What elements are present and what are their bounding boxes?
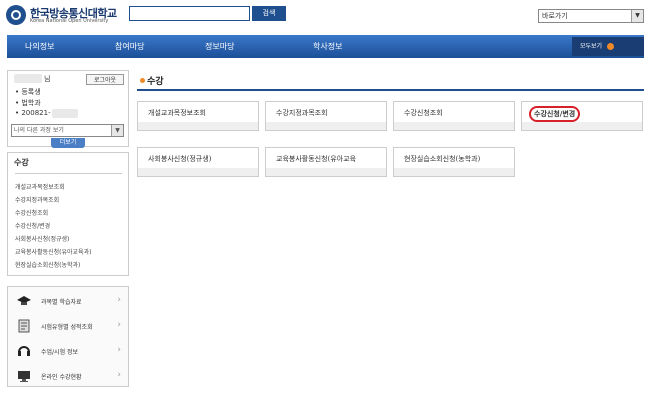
card-enrollment-change[interactable]: 수강신청/변경 <box>521 101 643 131</box>
left-menu-item[interactable]: 현장실습소회신청(농학과) <box>15 260 80 269</box>
view-all-label: 모두보기 <box>580 43 603 50</box>
card-assigned-courses[interactable]: 수강지정과목조회 <box>265 101 387 131</box>
search-button[interactable]: 검색 <box>252 6 286 21</box>
quick-link-label: 온라인 수강현황 <box>41 374 82 381</box>
card-field-practice[interactable]: 현장실습소회신청(농학과) <box>393 147 515 177</box>
quick-link-label: 시험유형별 성적조회 <box>41 324 93 331</box>
logout-button[interactable]: 로그아웃 <box>86 74 124 85</box>
graduation-cap-icon <box>17 296 31 305</box>
left-menu-item[interactable]: 수강지정과목조회 <box>15 195 59 204</box>
left-menu-item[interactable]: 수강신청/변경 <box>15 221 50 230</box>
shortcut-select[interactable]: 바로가기 ▼ <box>538 9 644 23</box>
chevron-right-icon: › <box>117 295 121 305</box>
university-english-name: Korea National Open University <box>30 18 109 24</box>
quick-links: 과목별 학습자료 › 시험유형별 성적조회 › 수업/시험 정보 › 온라인 수… <box>7 286 129 387</box>
view-all-button[interactable]: 모두보기 <box>572 37 644 56</box>
left-menu-item[interactable]: 수강신청조회 <box>15 208 48 217</box>
exam-paper-icon <box>18 319 30 333</box>
quick-link-online-status[interactable]: 온라인 수강현황 › <box>8 364 128 388</box>
quick-link-class-info[interactable]: 수업/시험 정보 › <box>8 339 128 363</box>
nav-item-academic[interactable]: 학사정보 <box>313 35 342 58</box>
redacted-name <box>14 74 42 83</box>
card-label: 교육봉사활동신청(유아교육 <box>276 155 357 163</box>
plus-circle-icon <box>607 43 615 50</box>
user-student-id: • 200821- <box>15 109 51 117</box>
university-logo-icon[interactable] <box>6 5 26 25</box>
section-title: 수강 <box>147 77 164 87</box>
shortcut-select-value: 바로가기 <box>542 12 568 20</box>
chevron-down-icon[interactable]: ▼ <box>631 10 643 22</box>
card-label: 수강지정과목조회 <box>276 109 328 117</box>
user-name-suffix: 님 <box>44 75 51 83</box>
left-menu-item[interactable]: 교육봉사활동신청(유아교육과) <box>15 247 91 256</box>
monitor-icon <box>18 371 30 382</box>
card-enrollment-check[interactable]: 수강신청조회 <box>393 101 515 131</box>
divider <box>15 173 122 174</box>
card-label: 수강신청/변경 <box>529 106 581 122</box>
quick-link-materials[interactable]: 과목별 학습자료 › <box>8 289 128 313</box>
chevron-right-icon: › <box>117 345 121 355</box>
card-course-info[interactable]: 개설교과목정보조회 <box>137 101 259 131</box>
quick-link-grades[interactable]: 시험유형별 성적조회 › <box>8 314 128 338</box>
chevron-right-icon: › <box>117 320 121 330</box>
card-label: 사회봉사신청(정규생) <box>148 155 212 163</box>
headset-icon <box>18 346 30 356</box>
user-info-box: 님 로그아웃 • 등록생 • 법학과 • 200821- 나의 다른 과정 보기… <box>7 70 129 147</box>
section-bullet-icon <box>140 78 145 83</box>
quick-link-label: 과목별 학습자료 <box>41 299 82 306</box>
chevron-down-icon[interactable]: ▼ <box>111 125 123 136</box>
main-nav: 나의정보 참여마당 정보마당 학사정보 모두보기 <box>7 35 644 58</box>
quick-link-label: 수업/시험 정보 <box>41 349 79 356</box>
card-social-service[interactable]: 사회봉사신청(정규생) <box>137 147 259 177</box>
card-education-service[interactable]: 교육봉사활동신청(유아교육 <box>265 147 387 177</box>
more-button[interactable]: 더보기 <box>51 138 85 148</box>
other-course-value: 나의 다른 과정 보기 <box>14 127 64 134</box>
user-status: • 등록생 <box>15 88 41 96</box>
left-menu-title: 수강 <box>14 158 29 167</box>
left-menu-item[interactable]: 사회봉사신청(정규생) <box>15 234 69 243</box>
section-divider <box>137 89 644 91</box>
nav-item-my-info[interactable]: 나의정보 <box>25 35 54 58</box>
card-label: 수강신청조회 <box>404 109 443 117</box>
nav-item-information[interactable]: 정보마당 <box>205 35 234 58</box>
search-input[interactable] <box>129 6 250 21</box>
nav-item-participation[interactable]: 참여마당 <box>115 35 144 58</box>
chevron-right-icon: › <box>117 370 121 380</box>
left-menu-item[interactable]: 개설교과목정보조회 <box>15 182 65 191</box>
left-menu: 수강 개설교과목정보조회 수강지정과목조회 수강신청조회 수강신청/변경 사회봉… <box>7 152 129 276</box>
other-course-select[interactable]: 나의 다른 과정 보기 ▼ <box>11 124 124 137</box>
redacted-id <box>52 109 78 118</box>
user-department: • 법학과 <box>15 99 41 107</box>
card-label: 현장실습소회신청(농학과) <box>404 155 481 163</box>
card-label: 개설교과목정보조회 <box>148 109 206 117</box>
